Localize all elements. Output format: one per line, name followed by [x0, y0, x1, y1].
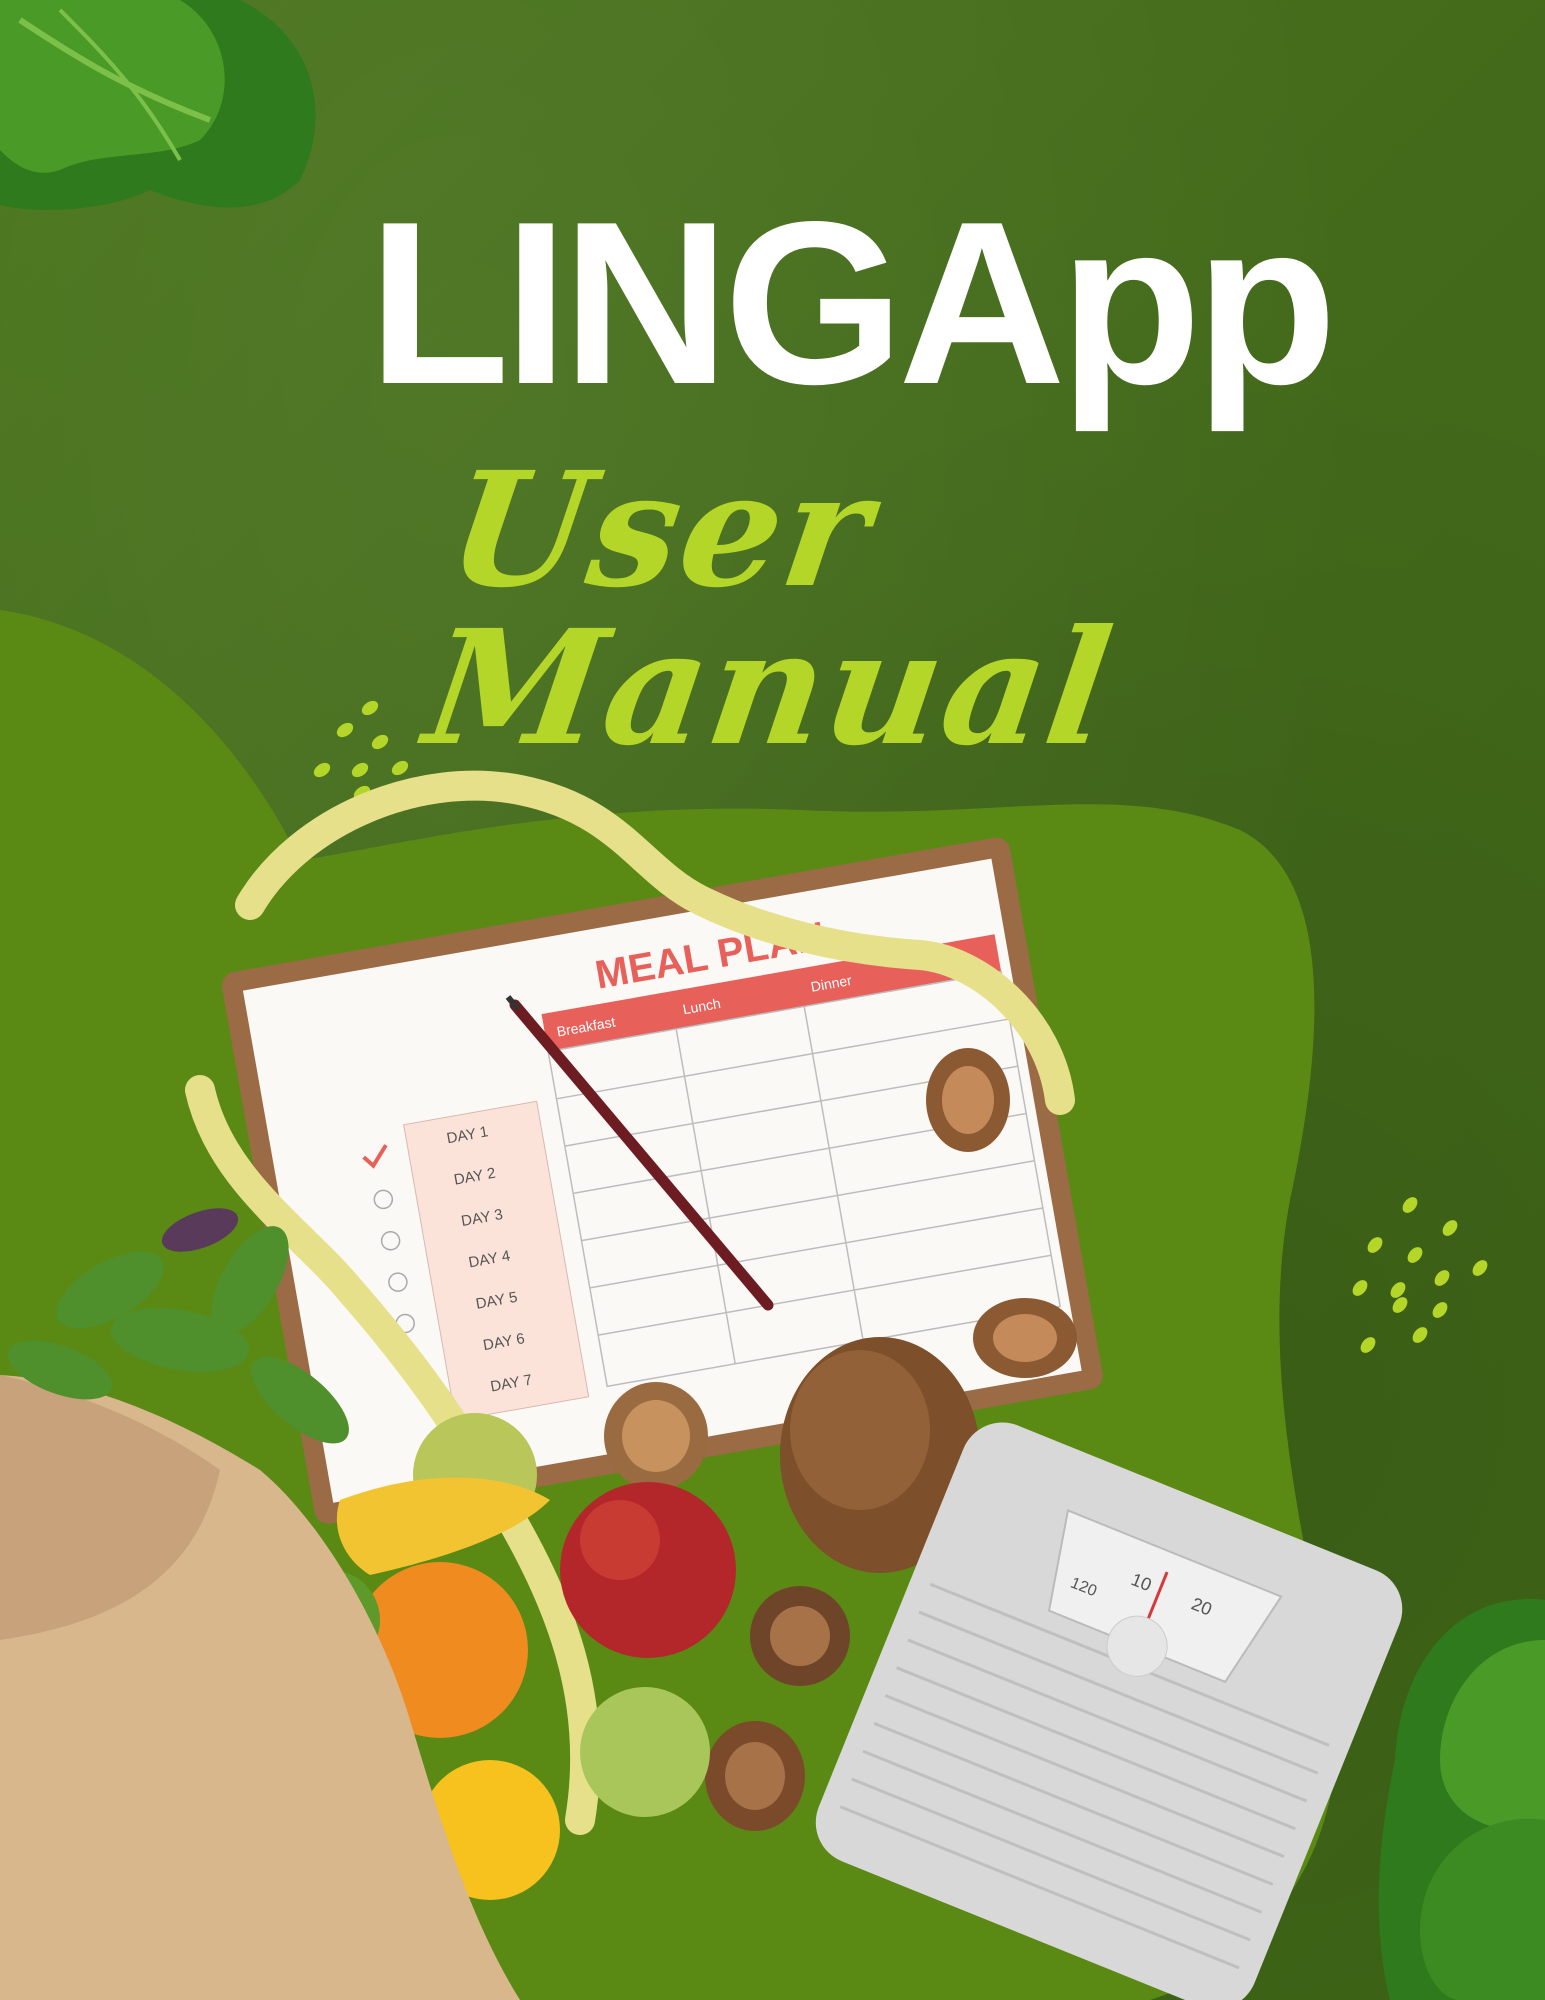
photo-collage: MEAL PLAN Breakfast Lunch Dinner DAY 1 D…: [0, 770, 1403, 2000]
walnut-image: [750, 1586, 850, 1686]
walnut-image: [973, 1298, 1077, 1378]
green-apple-image: [580, 1687, 710, 1817]
walnut-image: [926, 1048, 1010, 1152]
pomegranate-image: [560, 1482, 736, 1658]
walnut-image: [604, 1382, 708, 1490]
walnut-image: [705, 1721, 805, 1831]
